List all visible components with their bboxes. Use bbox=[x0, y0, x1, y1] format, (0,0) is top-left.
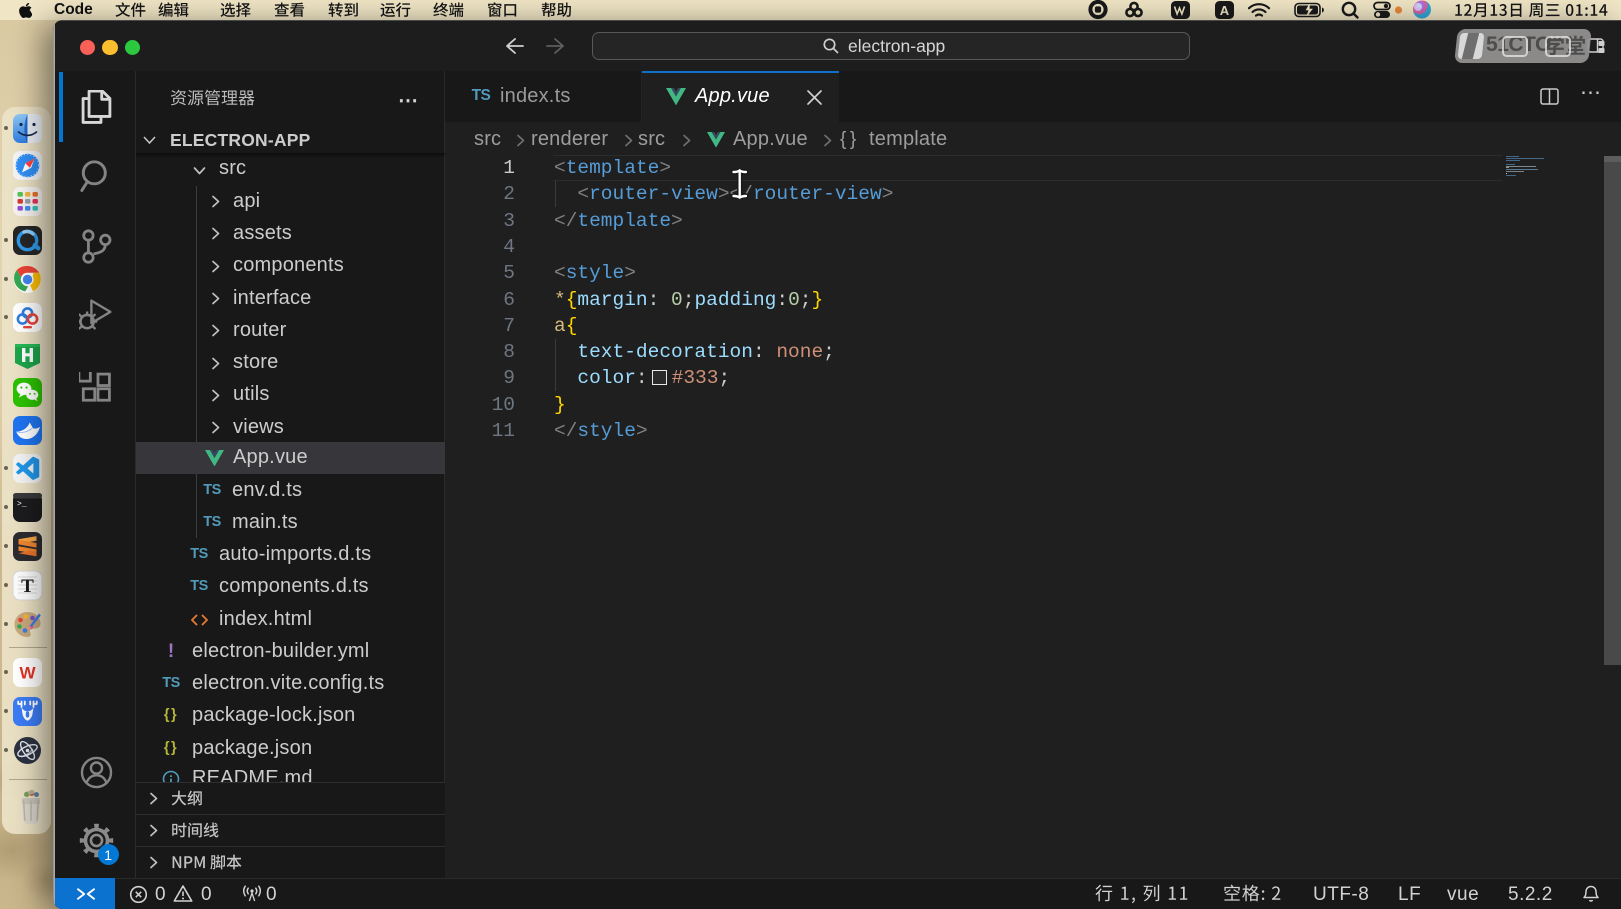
svg-text:>_: >_ bbox=[17, 500, 27, 509]
svg-text:A: A bbox=[1220, 3, 1230, 18]
svg-text:T: T bbox=[21, 576, 34, 597]
svg-text:W: W bbox=[19, 663, 36, 682]
